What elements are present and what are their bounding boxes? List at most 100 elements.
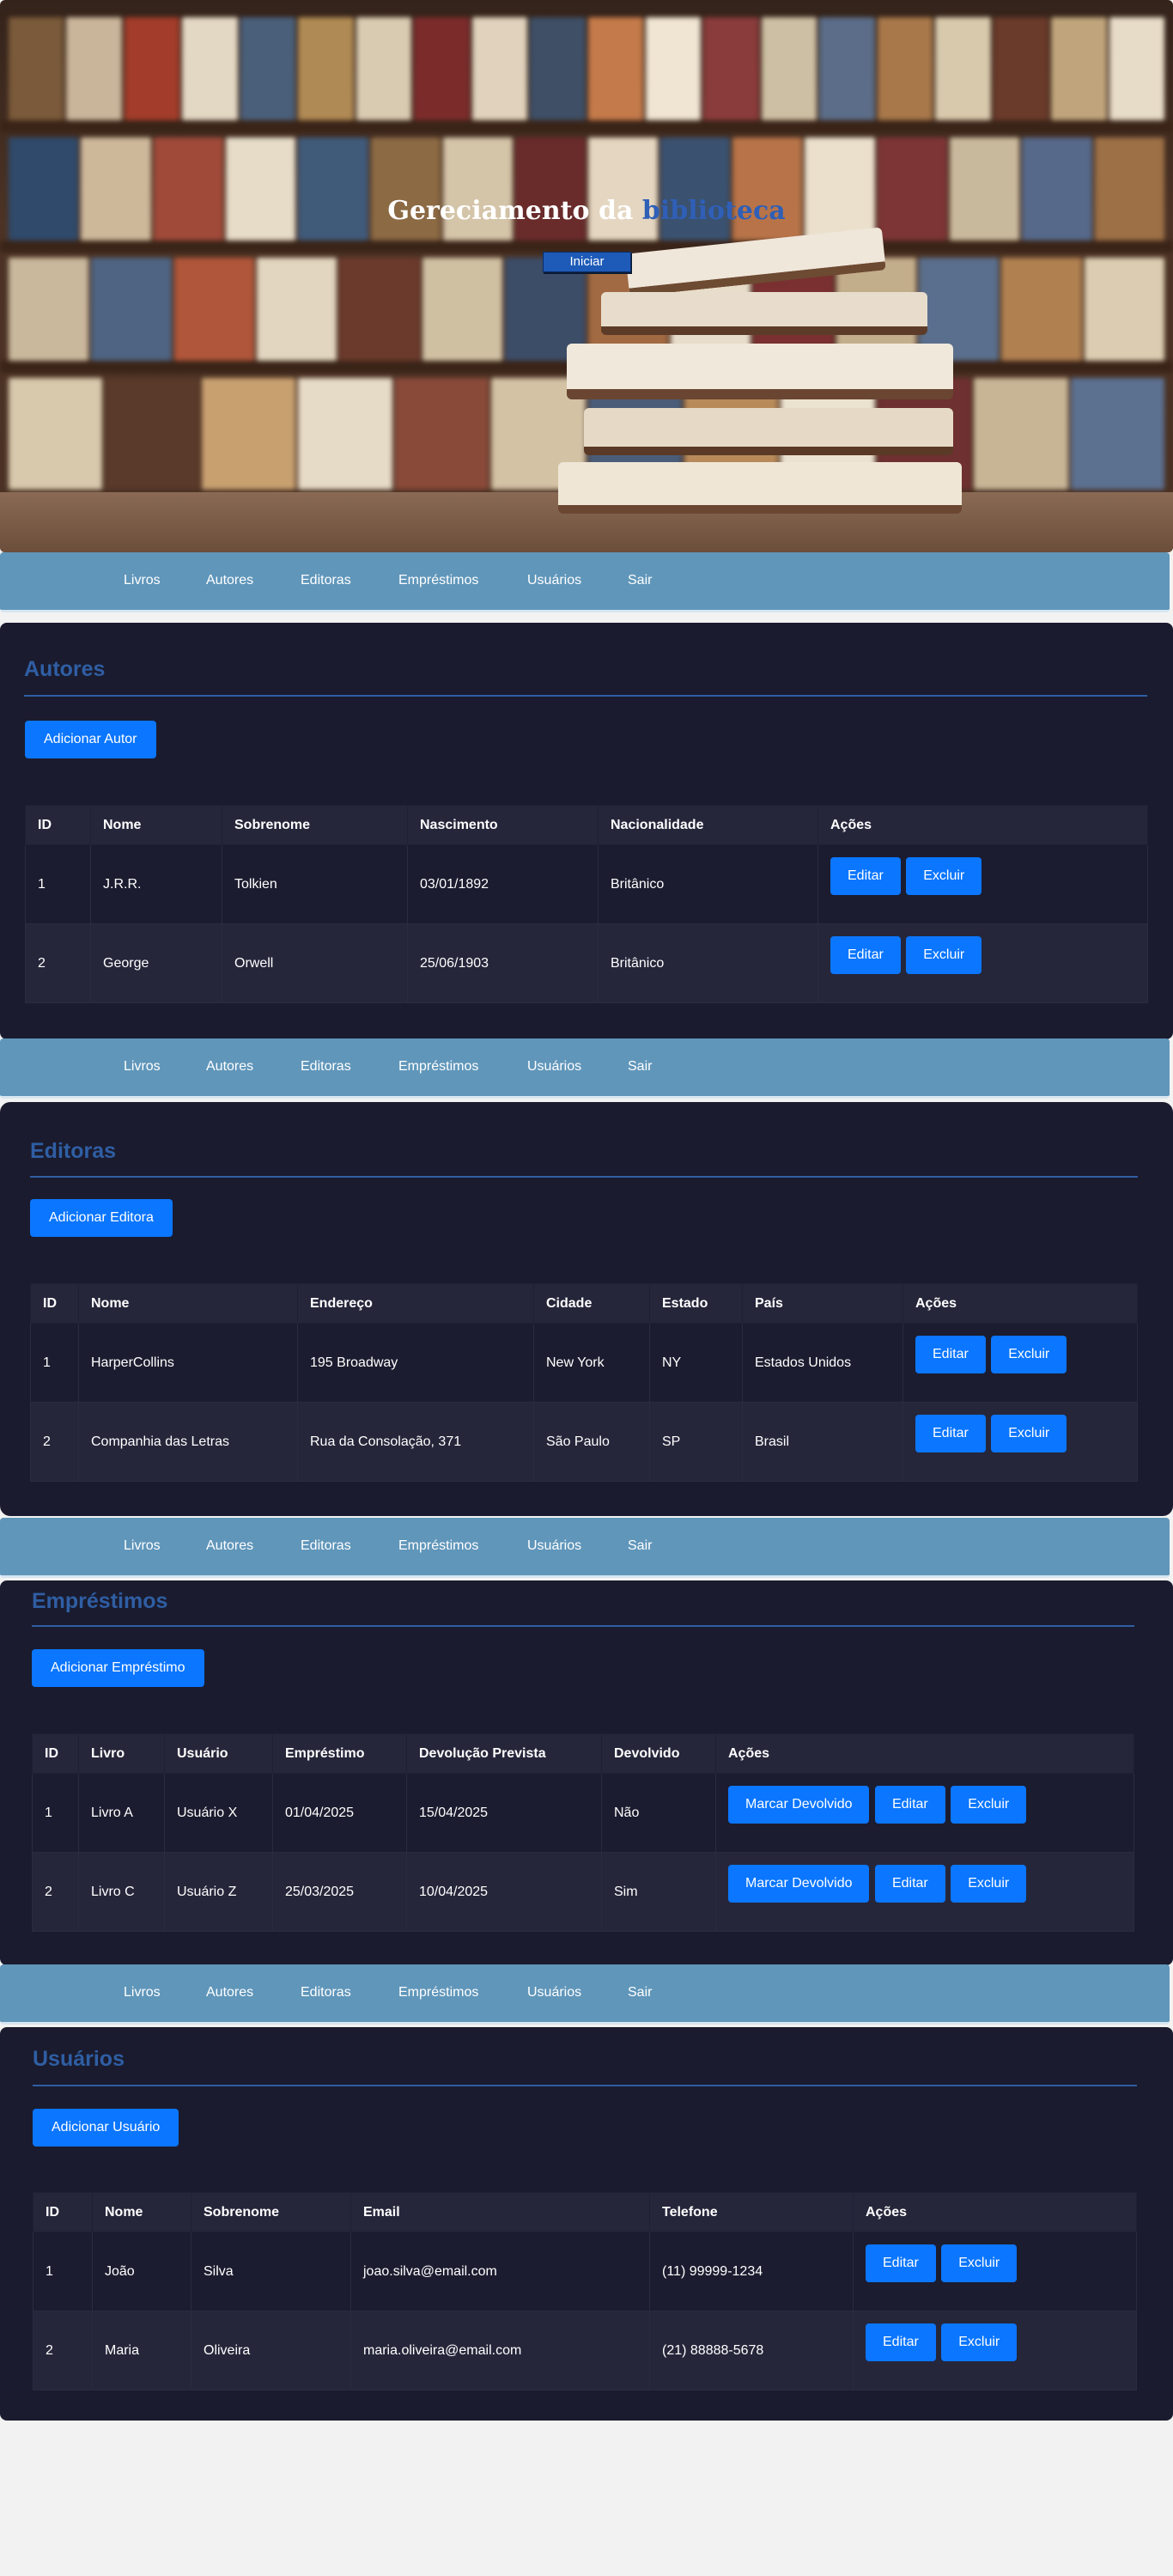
delete-button[interactable]: Excluir <box>951 1865 1027 1903</box>
cell: Maria <box>92 2311 191 2390</box>
col-header: Livro <box>78 1733 165 1774</box>
nav-item-autores[interactable]: Autores <box>206 573 253 588</box>
nav-item-editoras[interactable]: Editoras <box>301 1538 351 1554</box>
book-stack-image <box>550 227 1099 524</box>
mark-returned-button[interactable]: Marcar Devolvido <box>728 1786 870 1824</box>
table-row: 2 George Orwell 25/06/1903 Britânico Edi… <box>25 923 1148 1003</box>
section-title: Usuários <box>33 2047 125 2071</box>
actions-cell: Editar Excluir <box>903 1402 1138 1482</box>
start-button[interactable]: Iniciar <box>543 252 631 272</box>
cell: São Paulo <box>533 1402 650 1482</box>
table-row: 1 HarperCollins 195 Broadway New York NY… <box>30 1323 1138 1403</box>
nav-item-sair[interactable]: Sair <box>628 573 652 588</box>
col-header: Usuário <box>164 1733 273 1774</box>
nav-item-livros[interactable]: Livros <box>124 1059 161 1075</box>
cell: 03/01/1892 <box>407 844 599 924</box>
users-table: ID Nome Sobrenome Email Telefone Ações 1… <box>33 2192 1137 2390</box>
delete-button[interactable]: Excluir <box>941 2323 1018 2361</box>
delete-button[interactable]: Excluir <box>906 936 982 974</box>
cell: 1 <box>32 1773 79 1853</box>
add-user-button[interactable]: Adicionar Usuário <box>33 2109 179 2147</box>
nav-item-usuarios[interactable]: Usuários <box>527 1985 581 2001</box>
edit-button[interactable]: Editar <box>874 1865 945 1903</box>
edit-button[interactable]: Editar <box>915 1415 986 1452</box>
nav-item-editoras[interactable]: Editoras <box>301 1059 351 1075</box>
table-row: 2 Livro C Usuário Z 25/03/2025 10/04/202… <box>32 1852 1134 1932</box>
col-header: Endereço <box>297 1283 534 1324</box>
nav-item-emprestimos[interactable]: Empréstimos <box>398 1059 478 1075</box>
edit-button[interactable]: Editar <box>866 2323 936 2361</box>
col-header: Ações <box>853 2192 1137 2232</box>
col-header: Empréstimo <box>272 1733 407 1774</box>
cell: George <box>90 923 222 1003</box>
section-usuarios: Usuários Adicionar Usuário ID Nome Sobre… <box>0 2027 1173 2421</box>
title-divider <box>33 2085 1137 2086</box>
col-header: Nome <box>78 1283 298 1324</box>
section-title: Editoras <box>30 1139 117 1163</box>
add-loan-button[interactable]: Adicionar Empréstimo <box>32 1649 204 1687</box>
nav-item-sair[interactable]: Sair <box>628 1538 652 1554</box>
add-author-button[interactable]: Adicionar Autor <box>25 721 156 758</box>
edit-button[interactable]: Editar <box>866 2244 936 2282</box>
mark-returned-button[interactable]: Marcar Devolvido <box>728 1865 870 1903</box>
nav-item-livros[interactable]: Livros <box>124 1985 161 2001</box>
col-header: ID <box>32 1733 79 1774</box>
nav-item-livros[interactable]: Livros <box>124 573 161 588</box>
hero-title: Gereciamento da biblioteca <box>0 196 1173 226</box>
actions-cell: Editar Excluir <box>853 2311 1137 2390</box>
nav-item-sair[interactable]: Sair <box>628 1059 652 1075</box>
col-header: Devolvido <box>601 1733 716 1774</box>
edit-button[interactable]: Editar <box>830 936 901 974</box>
section-editoras: Editoras Adicionar Editora ID Nome Ender… <box>0 1102 1173 1516</box>
nav-item-autores[interactable]: Autores <box>206 1059 253 1075</box>
cell: J.R.R. <box>90 844 222 924</box>
title-divider <box>24 695 1147 697</box>
delete-button[interactable]: Excluir <box>991 1415 1067 1452</box>
nav-item-emprestimos[interactable]: Empréstimos <box>398 573 478 588</box>
cell: Brasil <box>742 1402 903 1482</box>
edit-button[interactable]: Editar <box>874 1786 945 1824</box>
cell: Rua da Consolação, 371 <box>297 1402 534 1482</box>
nav-item-emprestimos[interactable]: Empréstimos <box>398 1985 478 2001</box>
nav-item-usuarios[interactable]: Usuários <box>527 573 581 588</box>
nav-bar: Livros Autores Editoras Empréstimos Usuá… <box>0 1038 1170 1099</box>
nav-item-sair[interactable]: Sair <box>628 1985 652 2001</box>
col-header: Devolução Prevista <box>406 1733 602 1774</box>
edit-button[interactable]: Editar <box>830 857 901 895</box>
delete-button[interactable]: Excluir <box>906 857 982 895</box>
edit-button[interactable]: Editar <box>915 1336 986 1373</box>
nav-item-usuarios[interactable]: Usuários <box>527 1538 581 1554</box>
section-title: Autores <box>24 657 106 681</box>
cell: NY <box>649 1323 743 1403</box>
delete-button[interactable]: Excluir <box>951 1786 1027 1824</box>
nav-item-editoras[interactable]: Editoras <box>301 1985 351 2001</box>
authors-table: ID Nome Sobrenome Nascimento Nacionalida… <box>25 805 1148 1003</box>
cell: Oliveira <box>191 2311 351 2390</box>
nav-item-editoras[interactable]: Editoras <box>301 573 351 588</box>
cell: Companhia das Letras <box>78 1402 298 1482</box>
col-header: Telefone <box>649 2192 854 2232</box>
actions-cell: Marcar Devolvido Editar Excluir <box>715 1773 1134 1853</box>
cell: Não <box>601 1773 716 1853</box>
cell: Silva <box>191 2232 351 2311</box>
col-header: Email <box>350 2192 650 2232</box>
nav-item-emprestimos[interactable]: Empréstimos <box>398 1538 478 1554</box>
hero-title-main: Gereciamento da <box>387 196 634 226</box>
cell: Britânico <box>598 844 818 924</box>
nav-item-livros[interactable]: Livros <box>124 1538 161 1554</box>
table-row: 1 João Silva joao.silva@email.com (11) 9… <box>33 2232 1137 2311</box>
cell: Britânico <box>598 923 818 1003</box>
nav-item-autores[interactable]: Autores <box>206 1538 253 1554</box>
table-row: 2 Companhia das Letras Rua da Consolação… <box>30 1402 1138 1482</box>
add-publisher-button[interactable]: Adicionar Editora <box>30 1199 173 1237</box>
actions-cell: Editar Excluir <box>817 923 1148 1003</box>
col-header: ID <box>30 1283 79 1324</box>
cell: Usuário X <box>164 1773 273 1853</box>
actions-cell: Editar Excluir <box>853 2232 1137 2311</box>
delete-button[interactable]: Excluir <box>991 1336 1067 1373</box>
nav-item-usuarios[interactable]: Usuários <box>527 1059 581 1075</box>
nav-item-autores[interactable]: Autores <box>206 1985 253 2001</box>
delete-button[interactable]: Excluir <box>941 2244 1018 2282</box>
cell: Estados Unidos <box>742 1323 903 1403</box>
cell: Orwell <box>222 923 408 1003</box>
